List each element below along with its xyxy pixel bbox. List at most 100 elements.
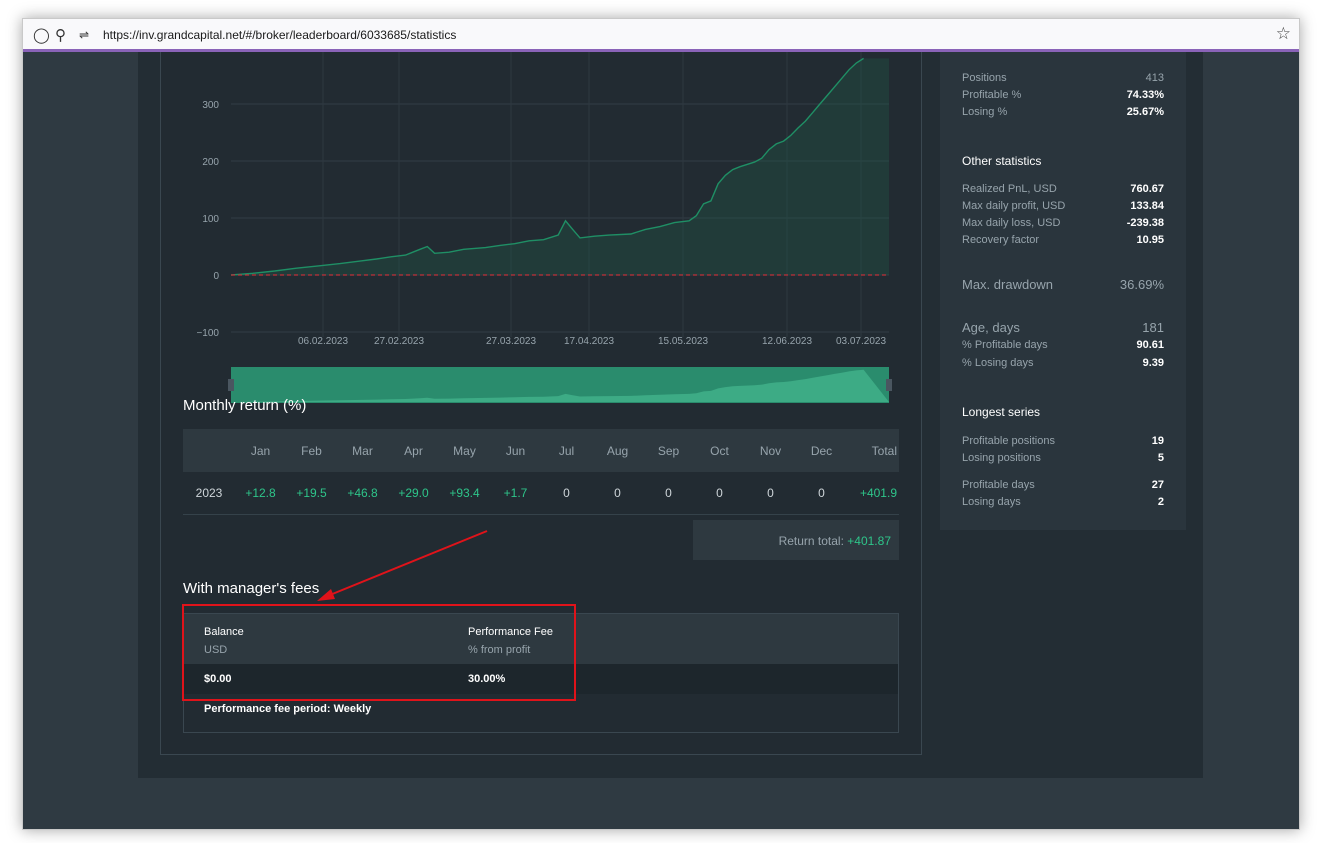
row-cell: 0 — [767, 486, 774, 500]
lock-icon[interactable]: ⚲ — [55, 26, 66, 44]
x-tick-label: 03.07.2023 — [836, 336, 886, 347]
url-text[interactable]: https://inv.grandcapital.net/#/broker/le… — [103, 28, 456, 42]
stat-losing-days-series: Losing days 2 — [962, 496, 1164, 508]
row-cell: 0 — [665, 486, 672, 500]
stat-label: Losing positions — [962, 452, 1041, 464]
stat-drawdown: Max. drawdown 36.69% — [962, 277, 1164, 292]
stat-label: Max. drawdown — [962, 277, 1054, 292]
stat-value: 181 — [1142, 320, 1164, 335]
row-cell: 0 — [716, 486, 723, 500]
column-header: Total — [871, 443, 897, 458]
fees-title: With manager's fees — [183, 580, 320, 597]
stat-label: % Profitable days — [962, 339, 1048, 351]
stat-label: Profitable positions — [962, 435, 1055, 447]
x-tick-label: 15.05.2023 — [658, 336, 708, 347]
monthly-return-table: Jan Feb Mar Apr May Jun Jul Aug Sep Oct Nov Dec Tota… — [183, 429, 899, 515]
stat-value: 133.84 — [1130, 200, 1164, 212]
browser-window: ◯ ⚲ ⇌ https://inv.grandcapital.net/#/bro… — [22, 18, 1300, 830]
column-header: Sep — [657, 443, 680, 458]
series-area — [231, 58, 889, 276]
stat-value: 74.33% — [1126, 89, 1164, 101]
y-tick-label: 300 — [202, 100, 219, 111]
stat-value: 760.67 — [1130, 183, 1164, 195]
monthly-return-title: Monthly return (%) — [183, 397, 307, 414]
stat-value: 9.39 — [1142, 357, 1164, 369]
y-tick-label: 100 — [202, 214, 219, 225]
other-stats-title: Other statistics — [962, 154, 1042, 168]
y-tick-label: 0 — [213, 271, 219, 282]
x-tick-label: 27.02.2023 — [374, 336, 424, 347]
stat-label: Age, days — [962, 320, 1020, 335]
column-header: Nov — [759, 443, 782, 458]
column-header: Jun — [505, 443, 526, 458]
stat-age: Age, days 181 — [962, 320, 1164, 335]
stat-label: Max daily profit, USD — [962, 200, 1066, 212]
fee-period: Performance fee period: Weekly — [204, 703, 372, 715]
table-row: 2023 +12.8 +19.5 +46.8 +29.0 +93.4 +1.7 0 0 0 0 0 0 +… — [183, 472, 899, 515]
stat-label: Max daily loss, USD — [962, 217, 1061, 229]
stat-value: 19 — [1151, 435, 1164, 447]
return-total-label: Return total: — [778, 534, 844, 548]
row-cell: 0 — [563, 486, 570, 500]
stat-label: Positions — [962, 72, 1007, 84]
column-header: Feb — [301, 443, 322, 458]
column-header: Jul — [558, 443, 575, 458]
x-tick-label: 06.02.2023 — [298, 336, 348, 347]
stat-label: Profitable % — [962, 89, 1022, 101]
address-bar[interactable]: ◯ ⚲ ⇌ https://inv.grandcapital.net/#/bro… — [23, 19, 1299, 52]
y-tick-label: 200 — [202, 157, 219, 168]
stat-value: 36.69% — [1119, 277, 1164, 292]
stat-value: 90.61 — [1136, 339, 1164, 351]
stat-label: Losing % — [962, 106, 1008, 118]
row-cell: +1.7 — [503, 486, 528, 500]
x-tick-label: 12.06.2023 — [762, 336, 812, 347]
row-cell: 0 — [614, 486, 621, 500]
stat-value: 5 — [1157, 452, 1164, 464]
return-total: Return total: +401.87 — [693, 520, 899, 560]
y-tick-label: −100 — [196, 328, 219, 339]
column-header: Jan — [250, 443, 271, 458]
row-cell: +401.9 — [859, 486, 897, 500]
stat-value: -239.38 — [1126, 217, 1164, 229]
stat-profitable-days-series: Profitable days 27 — [962, 479, 1164, 491]
equity-chart[interactable]: 300 200 100 0 −100 06.02.2023 27.02.2023 27.03.… — [161, 52, 923, 412]
column-header: Oct — [710, 443, 729, 458]
stat-realized: Realized PnL, USD 760.67 — [962, 183, 1164, 195]
row-cell: +29.0 — [398, 486, 429, 500]
stat-profitable: Profitable % 74.33% — [962, 89, 1164, 101]
stat-profitable-positions: Profitable positions 19 — [962, 435, 1164, 447]
stat-label: Recovery factor — [962, 234, 1040, 246]
stat-value: 2 — [1157, 496, 1164, 508]
stat-losing-positions: Losing positions 5 — [962, 452, 1164, 464]
stat-max-profit: Max daily profit, USD 133.84 — [962, 200, 1164, 212]
stat-profitable-days: % Profitable days 90.61 — [962, 339, 1164, 351]
stat-positions: Positions 413 — [962, 72, 1164, 84]
column-header: Apr — [404, 443, 423, 458]
stats-sidebar: Positions 413 Profitable % 74.33% Losing %… — [940, 52, 1186, 530]
row-cell: +19.5 — [296, 486, 327, 500]
row-cell: +12.8 — [245, 486, 276, 500]
row-cell: 0 — [818, 486, 825, 500]
stat-label: Losing days — [962, 496, 1021, 508]
annotation-highlight-box — [182, 604, 576, 701]
longest-series-title: Longest series — [962, 405, 1041, 419]
navigator-handle-left — [228, 379, 234, 391]
column-header: May — [453, 443, 476, 458]
column-header: Aug — [606, 443, 629, 458]
column-header: Dec — [810, 443, 833, 458]
row-cell: +46.8 — [347, 486, 378, 500]
x-tick-label: 17.04.2023 — [564, 336, 614, 347]
shield-icon[interactable]: ◯ — [33, 26, 50, 44]
monthly-table-header: Jan Feb Mar Apr May Jun Jul Aug Sep Oct Nov Dec Tota… — [183, 429, 899, 472]
stat-recovery: Recovery factor 10.95 — [962, 234, 1164, 246]
stat-value: 10.95 — [1136, 234, 1164, 246]
column-header: Mar — [352, 443, 373, 458]
stat-max-loss: Max daily loss, USD -239.38 — [962, 217, 1164, 229]
stat-losing: Losing % 25.67% — [962, 106, 1164, 118]
annotation-arrow — [317, 530, 488, 601]
stat-losing-days: % Losing days 9.39 — [962, 357, 1164, 369]
stat-value: 27 — [1151, 479, 1164, 491]
page-content: 300 200 100 0 −100 06.02.2023 27.02.2023 27.03.… — [138, 52, 1203, 778]
permissions-icon[interactable]: ⇌ — [79, 28, 89, 42]
bookmark-star-icon[interactable]: ☆ — [1276, 24, 1291, 44]
